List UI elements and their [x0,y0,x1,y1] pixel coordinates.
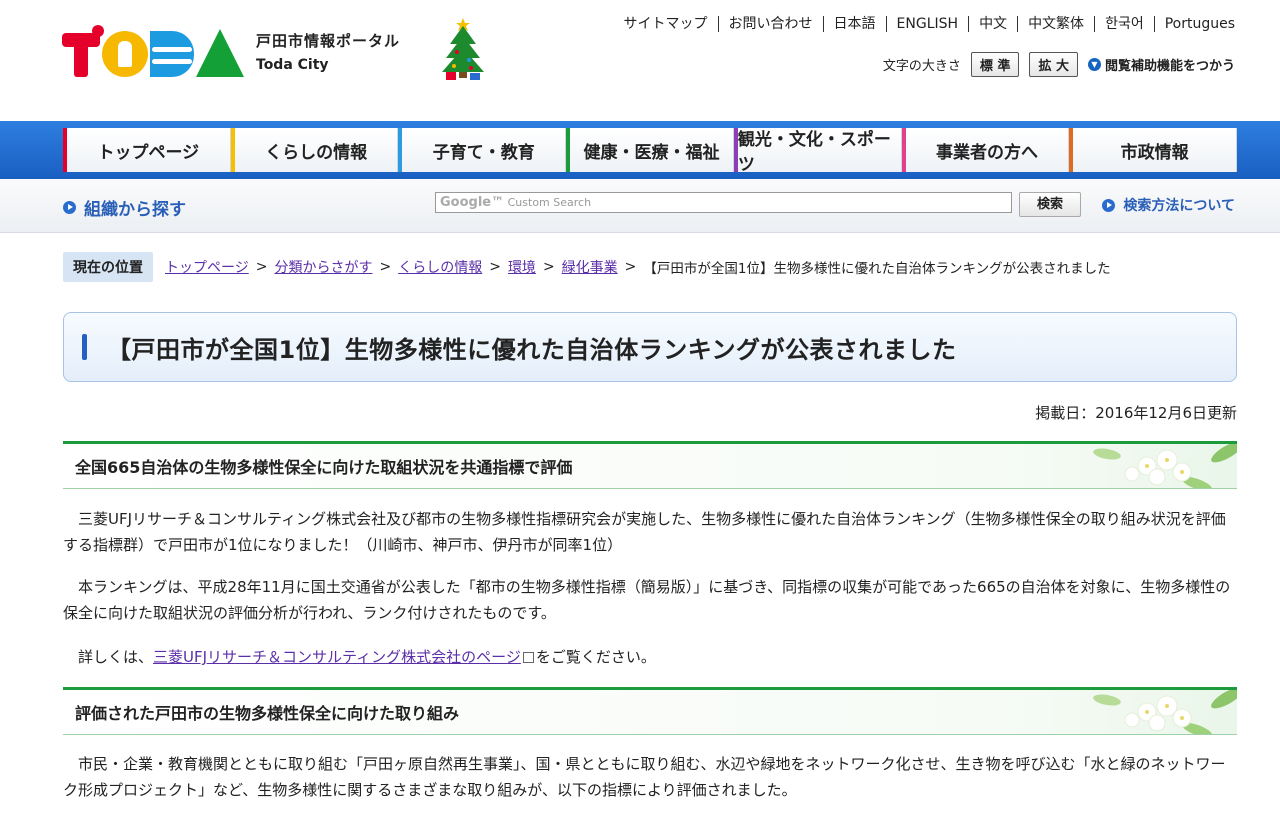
util-link-korean[interactable]: 한국어 [1095,16,1155,32]
breadcrumb-link-category[interactable]: 分類からさがす [274,257,372,277]
section-heading-2: 評価された戸田市の生物多様性保全に向けた取り組み [63,687,1237,735]
global-nav: トップページ くらしの情報 子育て・教育 健康・医療・福祉 観光・文化・スポーツ… [63,128,1238,175]
nav-item-business[interactable]: 事業者の方へ [901,128,1070,172]
flower-decoration-icon [1093,444,1237,488]
section-heading-1-text: 全国665自治体の生物多様性保全に向けた取組状況を共通指標で評価 [75,458,573,477]
breadcrumb-link-greening[interactable]: 緑化事業 [562,257,618,277]
logo-text: 戸田市情報ポータル Toda City [256,30,400,73]
external-link-icon [522,652,534,663]
site-header: 戸田市情報ポータル Toda City サイトマップ お問い合わせ 日本語 EN… [0,0,1280,121]
toda-logo-mark [62,25,244,77]
util-link-chinese[interactable]: 中文 [969,16,1019,32]
arrow-circle-icon [63,201,76,214]
text-size-controls: 文字の大きさ 標 準 拡 大 ▼ 閲覧補助機能をつかう [883,52,1235,77]
arrow-circle-icon: ▼ [1087,58,1101,71]
publish-date: 掲載日：2016年12月6日更新 [1035,404,1237,422]
arrow-circle-icon [1102,198,1116,212]
nav-item-health-welfare[interactable]: 健康・医療・福祉 [566,128,734,172]
util-link-portuguese[interactable]: Portugues [1155,16,1235,32]
logo-letter-d [150,31,194,77]
paragraph-1: 三菱UFJリサーチ＆コンサルティング株式会社及び都市の生物多様性指標研究会が実施… [63,510,1226,554]
nav-item-living[interactable]: くらしの情報 [230,128,399,172]
site-logo[interactable]: 戸田市情報ポータル Toda City [62,20,400,82]
logo-jp: 戸田市情報ポータル [256,31,401,50]
breadcrumb: 現在の位置 トップページ > 分類からさがす > くらしの情報 > 環境 > 緑… [63,252,1111,282]
util-link-japanese[interactable]: 日本語 [824,16,887,32]
text-size-standard-button[interactable]: 標 準 [970,52,1020,77]
breadcrumb-current: 【戸田市が全国1位】生物多様性に優れた自治体ランキングが公表されました [643,261,1111,277]
page-title: 【戸田市が全国1位】生物多様性に優れた自治体ランキングが公表されました [107,335,957,364]
title-accent-bar [82,334,87,360]
paragraph-3: 詳しくは、三菱UFJリサーチ＆コンサルティング株式会社のページ をご覧ください。 [63,644,1237,670]
mufg-research-link[interactable]: 三菱UFJリサーチ＆コンサルティング株式会社のページ [153,648,521,666]
breadcrumb-link-environment[interactable]: 環境 [508,257,536,277]
logo-en: Toda City [256,56,329,73]
util-link-english[interactable]: ENGLISH [887,16,970,32]
org-search-link[interactable]: 組織から探す [63,195,186,220]
org-search-label: 組織から探す [84,200,186,220]
logo-letter-a [196,29,244,77]
breadcrumb-link-top[interactable]: トップページ [165,257,249,277]
accessibility-assist-link[interactable]: ▼ 閲覧補助機能をつかう [1087,55,1235,74]
breadcrumb-label: 現在の位置 [63,252,153,282]
search-placeholder: Custom Search [507,196,592,209]
section-heading-1: 全国665自治体の生物多様性保全に向けた取組状況を共通指標で評価 [63,441,1237,489]
breadcrumb-separator: > [542,259,555,275]
nav-item-tourism-culture-sports[interactable]: 観光・文化・スポーツ [733,128,902,175]
search-help-label: 検索方法について [1123,198,1235,214]
breadcrumb-separator: > [255,259,268,275]
breadcrumb-link-living[interactable]: くらしの情報 [398,257,482,277]
nav-item-city-government[interactable]: 市政情報 [1069,128,1238,172]
text-size-label: 文字の大きさ [882,59,961,74]
breadcrumb-separator: > [624,259,637,275]
paragraph-4: 市民・企業・教育機関とともに取り組む「戸田ヶ原自然再生事業」、国・県とともに取り… [63,755,1226,799]
utility-links: サイトマップ お問い合わせ 日本語 ENGLISH 中文 中文繁体 한국어 Po… [614,16,1235,32]
search-placeholder-brand: Google™ [440,195,505,210]
logo-letter-t [62,25,104,77]
text-size-large-button[interactable]: 拡 大 [1029,52,1078,77]
search-help-link[interactable]: 検索方法について [1102,195,1235,215]
paragraph-2: 本ランキングは、平成28年11月に国土交通省が公表した「都市の生物多様性指標（簡… [63,578,1231,622]
paragraph-3-suffix: をご覧ください。 [535,648,656,666]
search-button[interactable]: 検索 [1019,192,1081,217]
search-input[interactable]: Google™ Custom Search [435,192,1012,213]
util-link-contact[interactable]: お問い合わせ [719,16,824,32]
nav-item-top[interactable]: トップページ [63,128,231,172]
christmas-tree-icon [442,18,484,80]
logo-letter-o [102,31,148,77]
flower-decoration-icon [1093,690,1237,734]
search-band: 組織から探す Google™ Custom Search 検索 検索方法について [0,179,1280,233]
accessibility-assist-label: 閲覧補助機能をつかう [1104,59,1235,74]
util-link-chinese-traditional[interactable]: 中文繁体 [1018,16,1096,32]
section-heading-2-text: 評価された戸田市の生物多様性保全に向けた取り組み [75,704,460,723]
paragraph-3-prefix: 詳しくは、 [78,648,154,666]
nav-item-childcare-education[interactable]: 子育て・教育 [398,128,567,172]
page-title-box: 【戸田市が全国1位】生物多様性に優れた自治体ランキングが公表されました [63,312,1237,382]
util-link-sitemap[interactable]: サイトマップ [614,16,719,32]
breadcrumb-separator: > [489,259,501,275]
breadcrumb-separator: > [379,259,392,275]
global-nav-band: トップページ くらしの情報 子育て・教育 健康・医療・福祉 観光・文化・スポーツ… [0,121,1280,179]
